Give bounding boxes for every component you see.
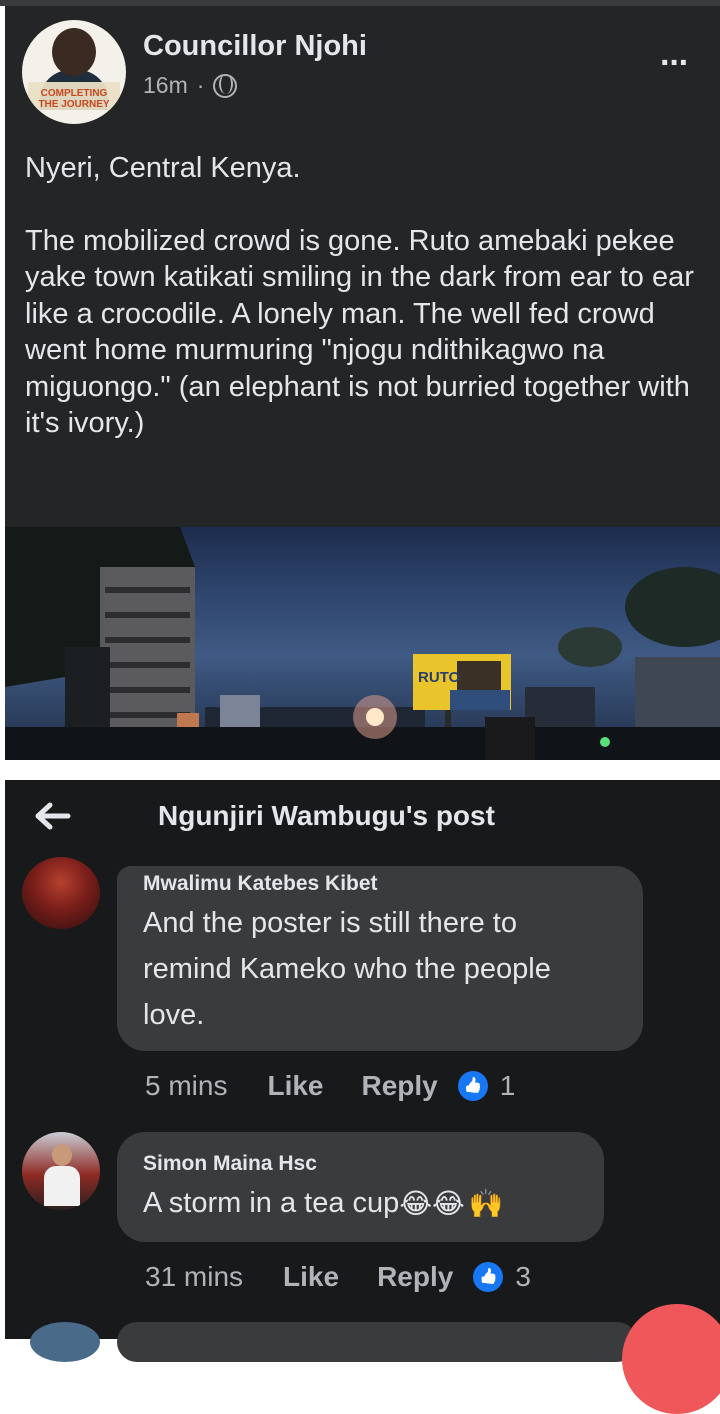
avatar-banner-line1: COMPLETING — [40, 88, 108, 99]
panel-title: Ngunjiri Wambugu's post — [158, 800, 495, 831]
more-options-icon[interactable]: ··· — [660, 44, 690, 83]
comment-text: And the poster is still there to remind … — [143, 900, 623, 1038]
raised-hands-emoji: 🙌 — [468, 1188, 504, 1220]
comment-line: remind Kameko who the people — [143, 953, 551, 985]
reply-button[interactable]: Reply — [377, 1261, 453, 1293]
post-meta: 16m · — [143, 72, 238, 99]
comment-actions: 5 mins Like Reply 1 — [145, 1066, 515, 1106]
billboard-text: RUTO — [418, 669, 461, 686]
commenter-name[interactable]: Mwalimu Katebes Kibet — [143, 872, 378, 896]
like-button[interactable]: Like — [283, 1261, 339, 1293]
commenter-avatar[interactable] — [30, 1322, 100, 1362]
post-photo[interactable]: RUTO — [5, 527, 720, 760]
like-button[interactable]: Like — [267, 1070, 323, 1102]
avatar-banner-line2: THE JOURNEY — [38, 99, 110, 110]
reaction-count[interactable]: 1 — [500, 1070, 516, 1102]
comments-panel — [5, 780, 720, 1339]
comment-line: A storm in a tea cup — [143, 1187, 400, 1219]
floating-action-button[interactable] — [622, 1304, 720, 1414]
reaction-count[interactable]: 3 — [515, 1261, 531, 1293]
commenter-name[interactable]: Simon Maina Hsc — [143, 1152, 317, 1176]
like-reaction-icon[interactable] — [473, 1262, 504, 1292]
reply-button[interactable]: Reply — [362, 1070, 438, 1102]
commenter-avatar[interactable] — [22, 1132, 100, 1210]
laughing-emoji: 😂 — [399, 1188, 433, 1220]
back-arrow-icon[interactable] — [32, 796, 72, 836]
comment-time[interactable]: 5 mins — [145, 1070, 227, 1102]
comment-actions: 31 mins Like Reply 3 — [145, 1257, 531, 1297]
like-reaction-icon[interactable] — [457, 1071, 488, 1101]
author-avatar[interactable]: COMPLETING THE JOURNEY — [22, 20, 126, 124]
post-paragraph-main: The mobilized crowd is gone. Ruto amebak… — [25, 224, 694, 440]
post-body: Nyeri, Central Kenya. The mobilized crow… — [25, 150, 705, 478]
post-paragraph-location: Nyeri, Central Kenya. — [25, 152, 301, 184]
post-author-name[interactable]: Councillor Njohi — [143, 30, 367, 63]
comment-line: love. — [143, 999, 205, 1031]
night-street-scene: RUTO — [5, 527, 720, 760]
laughing-emoji: 😂 — [432, 1188, 465, 1220]
comment-time[interactable]: 31 mins — [145, 1261, 243, 1293]
comment-bubble — [117, 1322, 637, 1362]
commenter-avatar[interactable] — [22, 857, 100, 929]
globe-icon — [213, 73, 238, 98]
comment-text: A storm in a tea cup😂😂 🙌 — [143, 1180, 603, 1227]
avatar-face — [52, 28, 96, 76]
meta-separator: · — [196, 72, 205, 98]
comment-line: And the poster is still there to — [143, 907, 517, 939]
post-time[interactable]: 16m — [143, 72, 188, 99]
